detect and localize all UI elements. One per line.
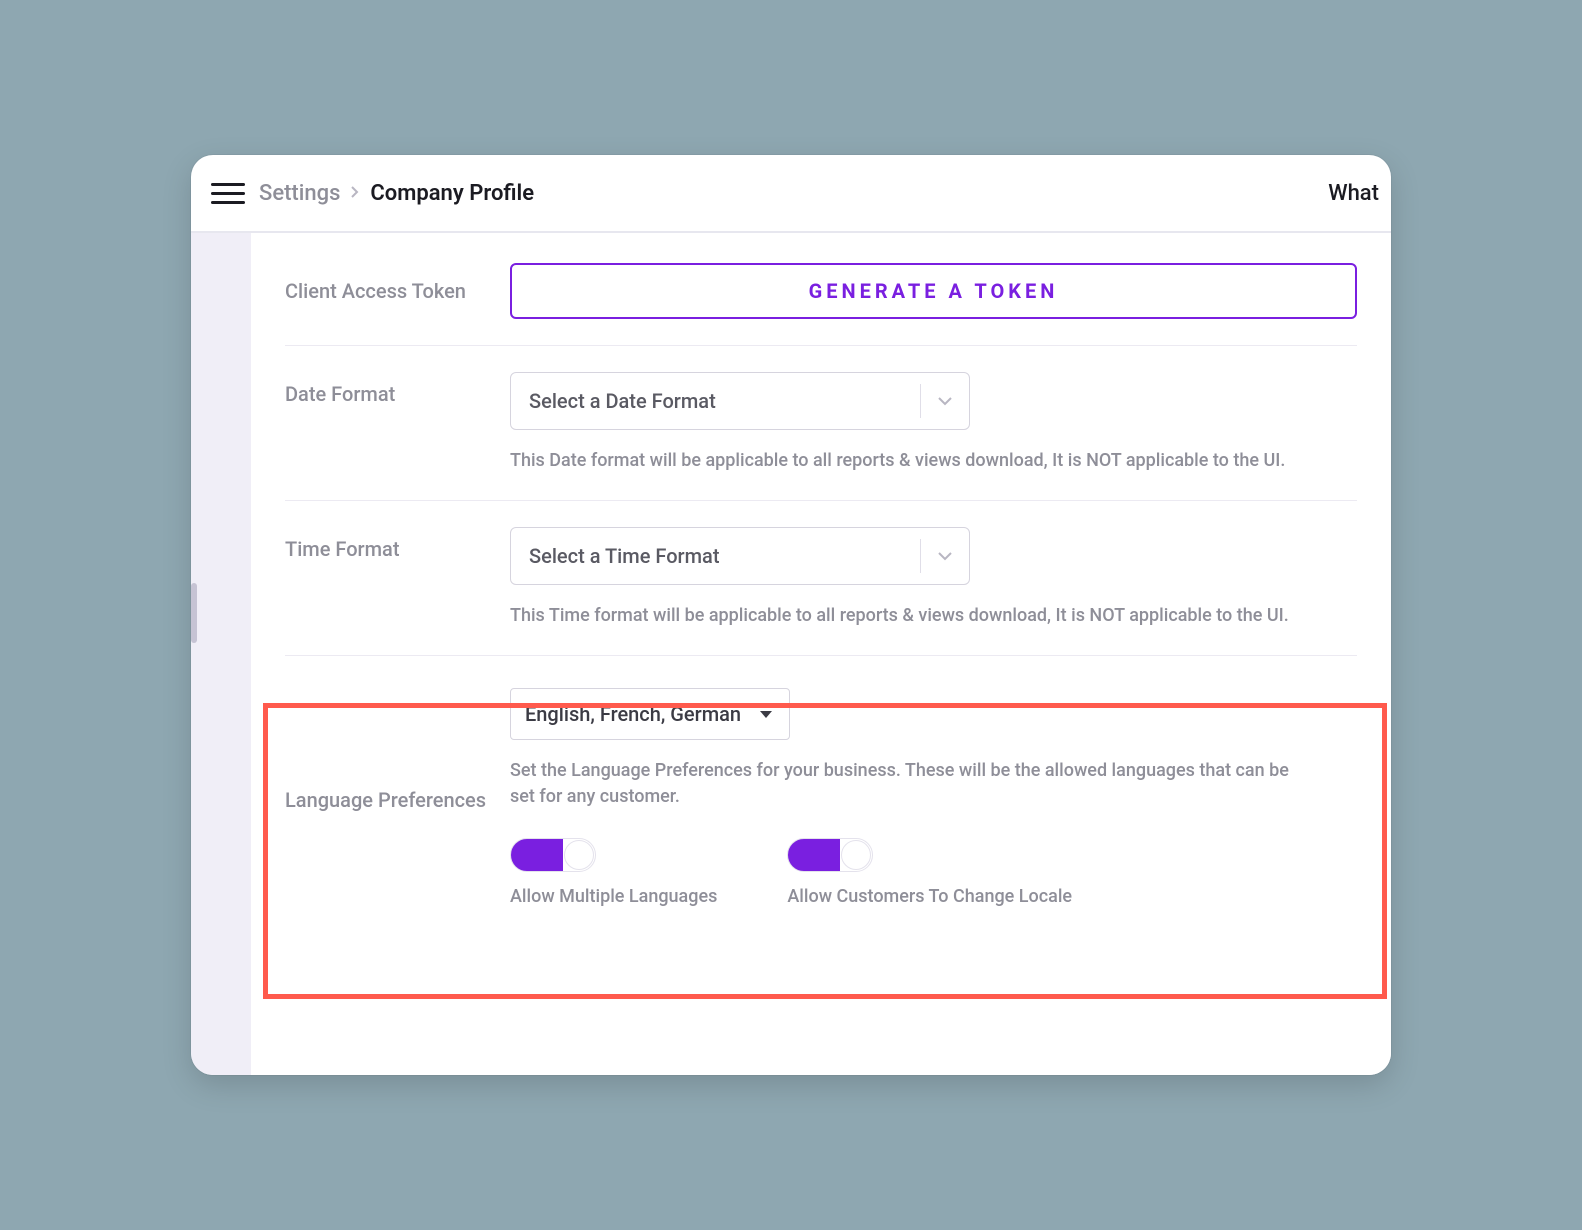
content-area: Client Access Token GENERATE A TOKEN Dat…	[191, 233, 1391, 1075]
breadcrumb-settings[interactable]: Settings	[259, 181, 340, 206]
language-select-value: English, French, German	[525, 702, 741, 726]
chevron-down-icon	[921, 395, 969, 407]
row-time-format: Time Format Select a Time Format This Ti…	[285, 501, 1357, 656]
toggle-label-allow-change-locale: Allow Customers To Change Locale	[787, 886, 1072, 907]
label-date-format: Date Format	[285, 372, 490, 406]
breadcrumb-company-profile: Company Profile	[370, 181, 534, 206]
date-format-select[interactable]: Select a Date Format	[510, 372, 970, 430]
generate-token-button[interactable]: GENERATE A TOKEN	[510, 263, 1357, 319]
toggle-group-change-locale: Allow Customers To Change Locale	[787, 838, 1072, 907]
row-date-format: Date Format Select a Date Format This Da…	[285, 346, 1357, 501]
menu-icon[interactable]	[211, 176, 245, 210]
date-format-help-text: This Date format will be applicable to a…	[510, 448, 1357, 474]
time-format-placeholder: Select a Time Format	[511, 544, 920, 568]
toggle-allow-multiple-languages[interactable]	[510, 838, 596, 872]
label-time-format: Time Format	[285, 527, 490, 561]
app-window: Settings Company Profile What Client Acc…	[191, 155, 1391, 1075]
chevron-right-icon	[350, 183, 360, 204]
language-toggles: Allow Multiple Languages Allow Customers…	[510, 838, 1357, 907]
toggle-label-allow-multiple-languages: Allow Multiple Languages	[510, 886, 717, 907]
scrollbar-thumb[interactable]	[191, 583, 197, 643]
language-select[interactable]: English, French, German	[510, 688, 790, 740]
time-format-help-text: This Time format will be applicable to a…	[510, 603, 1357, 629]
toggle-allow-change-locale[interactable]	[787, 838, 873, 872]
settings-card: Client Access Token GENERATE A TOKEN Dat…	[251, 233, 1391, 1075]
chevron-down-icon	[921, 550, 969, 562]
label-language-preferences: Language Preferences	[285, 688, 490, 812]
row-client-access-token: Client Access Token GENERATE A TOKEN	[285, 255, 1357, 346]
header-bar: Settings Company Profile What	[191, 155, 1391, 233]
caret-down-icon	[759, 705, 773, 724]
time-format-select[interactable]: Select a Time Format	[510, 527, 970, 585]
date-format-placeholder: Select a Date Format	[511, 389, 920, 413]
header-right-text[interactable]: What	[1328, 181, 1379, 206]
label-client-access-token: Client Access Token	[285, 279, 490, 303]
row-language-preferences: Language Preferences English, French, Ge…	[285, 656, 1357, 947]
language-help-text: Set the Language Preferences for your bu…	[510, 758, 1310, 810]
toggle-group-multi-languages: Allow Multiple Languages	[510, 838, 717, 907]
